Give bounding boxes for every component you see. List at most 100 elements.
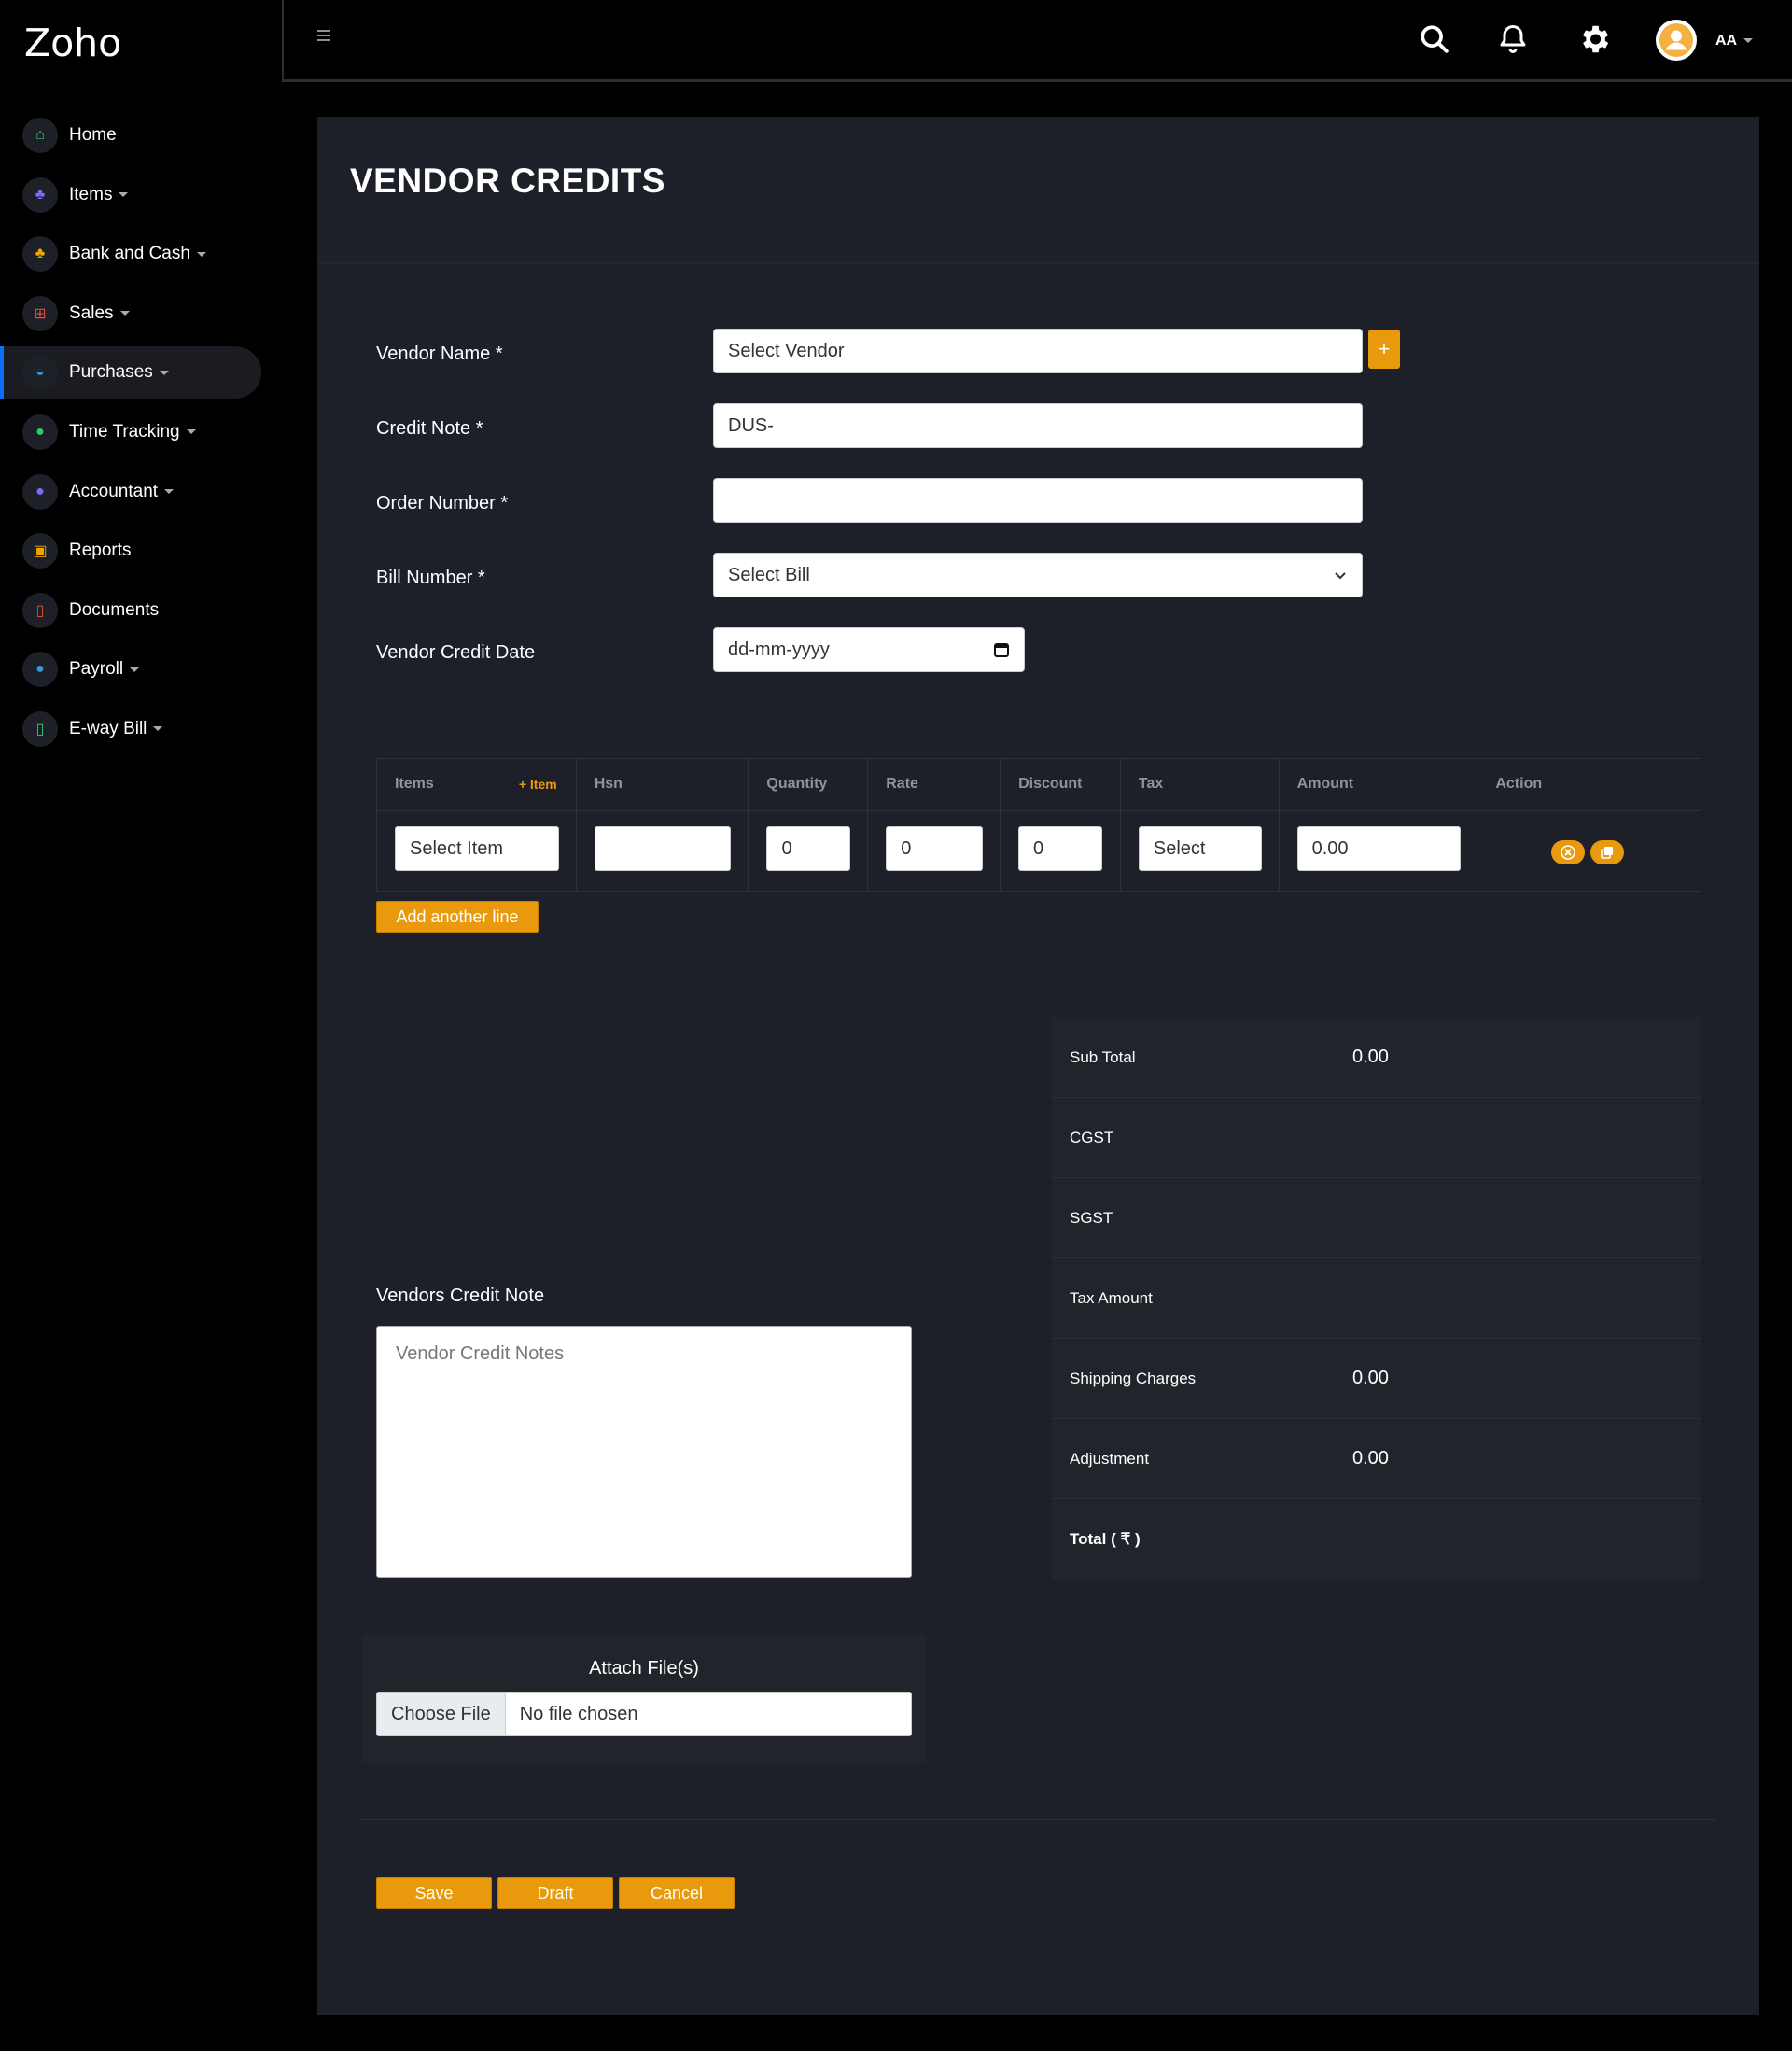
bill-number-select[interactable]: Select Bill (713, 553, 1363, 597)
totals-row: CGST (1052, 1098, 1701, 1178)
sidebar-item-label: Items (69, 184, 113, 204)
cancel-button[interactable]: Cancel (619, 1877, 735, 1909)
calendar-icon: ▣ (22, 533, 58, 569)
menu-toggle-icon[interactable] (317, 30, 330, 44)
main-panel: VENDOR CREDITS Vendor Name * Select Vend… (317, 117, 1759, 2015)
sidebar-item-bank-and-cash[interactable]: ♣ Bank and Cash (0, 228, 282, 280)
sidebar-item-label: Time Tracking (69, 421, 180, 442)
sidebar-item-label: E-way Bill (69, 718, 147, 738)
add-item-link[interactable]: + Item (519, 777, 557, 792)
duplicate-row-button[interactable] (1590, 840, 1625, 864)
totals-row: Total ( ₹ ) (1052, 1499, 1701, 1580)
sidebar-item-items[interactable]: ♣ Items (0, 169, 282, 221)
sidebar-item-e-way-bill[interactable]: ▯ E-way Bill (0, 703, 282, 755)
totals-row: Shipping Charges 0.00 (1052, 1339, 1701, 1419)
tax-select[interactable]: Select (1138, 826, 1262, 871)
bell-icon[interactable] (1494, 21, 1532, 58)
header-quantity: Quantity (749, 759, 869, 810)
totals-label: Tax Amount (1070, 1289, 1153, 1307)
remove-row-button[interactable] (1551, 840, 1586, 864)
order-number-input[interactable] (713, 478, 1363, 523)
header-discount: Discount (1001, 759, 1121, 810)
totals-value: 0.00 (1352, 1368, 1389, 1388)
header-action: Action (1495, 776, 1543, 792)
clock-icon: ● (22, 414, 58, 450)
totals-label: CGST (1070, 1129, 1114, 1146)
copy-icon (1601, 847, 1614, 859)
calendar-icon[interactable] (993, 641, 1010, 658)
add-another-line-button[interactable]: Add another line (376, 901, 539, 933)
file-input[interactable]: Choose File No file chosen (376, 1692, 912, 1736)
file-status: No file chosen (519, 1703, 638, 1724)
rate-input[interactable]: 0 (886, 826, 984, 871)
document-icon: ▯ (22, 592, 58, 628)
totals-row: SGST (1052, 1178, 1701, 1258)
page-title: VENDOR CREDITS (350, 162, 665, 200)
totals-row: Adjustment 0.00 (1052, 1419, 1701, 1499)
totals-label: Shipping Charges (1070, 1370, 1197, 1387)
credit-note-label: Credit Note * (376, 418, 483, 439)
draft-button[interactable]: Draft (497, 1877, 613, 1909)
credit-date-label: Vendor Credit Date (376, 642, 536, 663)
totals-label: Adjustment (1070, 1450, 1150, 1468)
sidebar-item-reports[interactable]: ▣ Reports (0, 525, 282, 577)
sidebar-item-time-tracking[interactable]: ● Time Tracking (0, 406, 282, 458)
chevron-down-icon (1335, 572, 1346, 580)
discount-input[interactable]: 0 (1018, 826, 1103, 871)
sidebar-item-label: Reports (69, 541, 132, 561)
sidebar-item-payroll[interactable]: ● Payroll (0, 643, 282, 695)
chevron-down-icon (153, 726, 163, 732)
save-button[interactable]: Save (376, 1877, 492, 1909)
sidebar-item-accountant[interactable]: ● Accountant (0, 466, 282, 518)
sidebar-item-label: Sales (69, 302, 114, 323)
chevron-down-icon (159, 370, 169, 375)
table-row: Select Item 0 0 0 Select 0.00 (377, 811, 1701, 891)
chevron-down-icon (1743, 38, 1754, 44)
amount-input[interactable]: 0.00 (1296, 826, 1461, 871)
notes-label: Vendors Credit Note (376, 1285, 545, 1306)
sidebar: Zoho ⌂ Home ♣ Items ♣ Bank and Cash ⊞ Sales ◒ Pur… (0, 0, 282, 2051)
credit-date-input[interactable]: dd-mm-yyyy (713, 627, 1025, 672)
credit-date-value: dd-mm-yyyy (728, 639, 830, 660)
bill-number-label: Bill Number * (376, 568, 485, 588)
totals-table: Sub Total 0.00 CGST SGST Tax Amount Shipping … (1052, 1018, 1701, 1580)
user-initials: AA (1715, 33, 1738, 49)
chevron-down-icon (164, 489, 175, 495)
credit-notes-textarea[interactable]: Vendor Credit Notes (376, 1326, 912, 1578)
brand-logo[interactable]: Zoho (24, 21, 121, 65)
quantity-input[interactable]: 0 (766, 826, 851, 871)
sidebar-item-label: Documents (69, 599, 160, 620)
sidebar-item-home[interactable]: ⌂ Home (0, 109, 282, 162)
totals-label: Total ( ₹ ) (1070, 1530, 1141, 1548)
sidebar-item-documents[interactable]: ▯ Documents (0, 584, 282, 637)
totals-value: 0.00 (1352, 1448, 1389, 1468)
header-items: Items + Item (377, 759, 577, 810)
attach-title: Attach File(s) (589, 1658, 699, 1679)
avatar[interactable] (1656, 20, 1697, 61)
panel-header: VENDOR CREDITS (317, 117, 1759, 264)
item-select[interactable]: Select Item (395, 826, 559, 871)
chevron-down-icon (119, 192, 129, 198)
choose-file-button[interactable]: Choose File (377, 1693, 506, 1735)
credit-note-input[interactable]: DUS- (713, 403, 1363, 448)
user-icon: ● (22, 473, 58, 510)
search-icon[interactable] (1416, 21, 1453, 58)
user-menu[interactable]: AA (1715, 33, 1754, 49)
vendor-select[interactable]: Select Vendor (713, 329, 1363, 373)
vendor-name-label: Vendor Name * (376, 344, 503, 364)
hsn-input[interactable] (594, 826, 731, 871)
sidebar-item-purchases[interactable]: ◒ Purchases (0, 346, 261, 400)
add-vendor-button[interactable]: + (1368, 330, 1400, 369)
chevron-down-icon (196, 251, 206, 257)
document-icon: ▯ (22, 710, 58, 747)
top-bar: AA (282, 0, 1792, 82)
attach-files-panel: Attach File(s) Choose File No file chose… (362, 1634, 926, 1764)
order-number-label: Order Number * (376, 493, 509, 513)
header-tax: Tax (1121, 759, 1280, 810)
sidebar-item-label: Purchases (69, 362, 153, 383)
header-amount: Amount (1280, 759, 1478, 810)
sidebar-nav: ⌂ Home ♣ Items ♣ Bank and Cash ⊞ Sales ◒ Purchase… (0, 109, 282, 763)
gear-icon[interactable] (1575, 21, 1613, 58)
cart-icon: ⊞ (22, 295, 58, 331)
sidebar-item-sales[interactable]: ⊞ Sales (0, 288, 282, 340)
